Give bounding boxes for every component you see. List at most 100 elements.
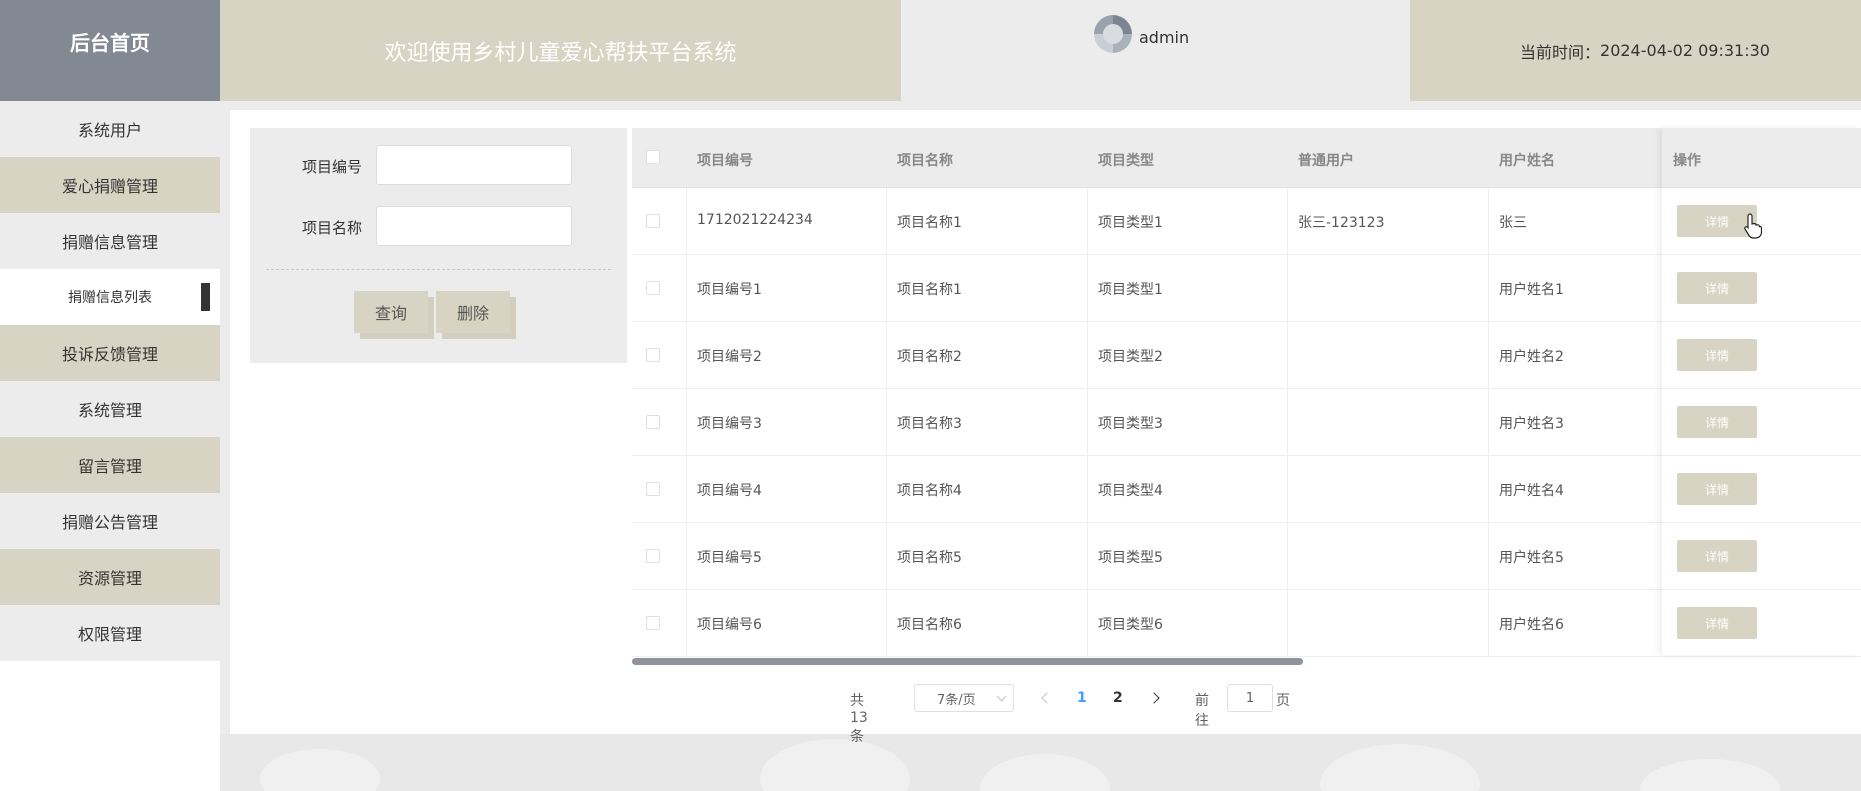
username[interactable]: admin [1139, 28, 1189, 47]
sidebar-item-donation-manage[interactable]: 爱心捐赠管理 [0, 157, 220, 213]
column-header[interactable]: 项目类型 [1098, 150, 1154, 170]
cell-divider [1488, 255, 1489, 322]
cell-divider [886, 322, 887, 389]
table-row[interactable]: 项目编号4 项目名称4 项目类型4 用户姓名4 详情 [632, 456, 1861, 523]
sidebar-item-resource-manage[interactable]: 资源管理 [0, 549, 220, 605]
scrollbar-thumb[interactable] [632, 658, 1303, 665]
page-size-select[interactable]: 7条/页 [914, 684, 1014, 712]
table-cell: 项目编号4 [697, 483, 762, 499]
table-row[interactable]: 项目编号1 项目名称1 项目类型1 用户姓名1 详情 [632, 255, 1861, 322]
cell-divider [686, 590, 687, 657]
sidebar-item-message-manage[interactable]: 留言管理 [0, 437, 220, 493]
table-cell: 项目类型4 [1098, 483, 1163, 499]
cell-divider [1287, 456, 1288, 523]
page-suffix: 页 [1276, 693, 1290, 709]
table-cell: 项目编号3 [697, 416, 762, 432]
table-cell: 项目类型1 [1098, 215, 1163, 231]
horizontal-scrollbar[interactable] [632, 656, 1861, 666]
delete-button[interactable]: 删除 [436, 291, 510, 333]
sidebar-item-label: 资源管理 [77, 569, 142, 588]
select-all-checkbox[interactable] [646, 150, 660, 164]
column-header: 操作 [1673, 153, 1701, 169]
detail-button[interactable]: 详情 [1677, 339, 1757, 371]
name-input[interactable] [376, 206, 572, 246]
table-row[interactable]: 项目编号3 项目名称3 项目类型3 用户姓名3 详情 [632, 389, 1861, 456]
page-number-current[interactable]: 1 [1077, 690, 1087, 706]
code-label: 项目编号 [302, 158, 363, 176]
table-cell: 项目名称3 [897, 416, 962, 432]
column-header[interactable]: 项目编号 [697, 150, 753, 170]
row-checkbox[interactable] [646, 482, 660, 496]
row-checkbox[interactable] [646, 616, 660, 630]
detail-button[interactable]: 详情 [1677, 406, 1757, 438]
sidebar-item-announcement-manage[interactable]: 捐赠公告管理 [0, 493, 220, 549]
sidebar-item-feedback-manage[interactable]: 投诉反馈管理 [0, 325, 220, 381]
detail-button[interactable]: 详情 [1677, 540, 1757, 572]
sidebar-item-system-manage[interactable]: 系统管理 [0, 381, 220, 437]
detail-button[interactable]: 详情 [1677, 272, 1757, 304]
sidebar-item-donation-info-manage[interactable]: 捐赠信息管理 [0, 213, 220, 269]
cell-divider [686, 456, 687, 523]
sidebar-item-permission-manage[interactable]: 权限管理 [0, 605, 220, 661]
user-box: admin [901, 0, 1410, 101]
table-row[interactable]: 项目编号6 项目名称6 项目类型6 用户姓名6 详情 [632, 590, 1861, 657]
sidebar-item-label: 捐赠信息列表 [68, 290, 152, 306]
table-row[interactable]: 项目编号5 项目名称5 项目类型5 用户姓名5 详情 [632, 523, 1861, 590]
sidebar-item-label: 投诉反馈管理 [61, 345, 158, 364]
query-button[interactable]: 查询 [354, 291, 428, 333]
table-cell: 项目编号6 [697, 617, 762, 633]
cell-divider [1087, 456, 1088, 523]
table-body: 1712021224234 项目名称1 项目类型1 张三-123123 张三 详情 项目编号… [632, 188, 1861, 657]
cell-divider [1087, 389, 1088, 456]
sidebar-item-donation-info-list[interactable]: 捐赠信息列表 [0, 269, 220, 325]
page-number[interactable]: 2 [1113, 690, 1123, 706]
search-form: 项目编号 项目名称 查询 删除 [250, 128, 627, 363]
time-value: 2024-04-02 09:31:30 [1600, 41, 1770, 60]
column-header[interactable]: 普通用户 [1298, 150, 1354, 170]
total-count: 共 13 条 [850, 693, 868, 745]
cell-divider [1087, 523, 1088, 590]
table-cell: 项目名称1 [897, 215, 962, 231]
cell-divider [686, 188, 687, 255]
table-header: 项目编号 项目名称 项目类型 普通用户 用户姓名 操作 [632, 128, 1861, 188]
cell-divider [886, 590, 887, 657]
cell-divider [1287, 255, 1288, 322]
table-row[interactable]: 1712021224234 项目名称1 项目类型1 张三-123123 张三 详情 [632, 188, 1861, 255]
table-row[interactable]: 项目编号2 项目名称2 项目类型2 用户姓名2 详情 [632, 322, 1861, 389]
table-cell: 项目编号2 [697, 349, 762, 365]
sidebar-item-system-users[interactable]: 系统用户 [0, 101, 220, 157]
current-time: 当前时间： 2024-04-02 09:31:30 [1410, 0, 1861, 101]
cell-divider [886, 523, 887, 590]
goto-page-input[interactable] [1227, 684, 1273, 712]
table-cell: 用户姓名2 [1499, 349, 1564, 365]
header: 后台首页 欢迎使用乡村儿童爱心帮扶平台系统 admin 当前时间： 2024-0… [0, 0, 1861, 101]
row-checkbox[interactable] [646, 214, 660, 228]
cell-divider [1087, 188, 1088, 255]
row-checkbox[interactable] [646, 348, 660, 362]
cell-divider [886, 255, 887, 322]
table-cell: 用户姓名4 [1499, 483, 1564, 499]
row-checkbox[interactable] [646, 549, 660, 563]
table-cell: 张三-123123 [1298, 215, 1385, 231]
sidebar-item-label: 捐赠公告管理 [61, 513, 158, 532]
table-cell: 1712021224234 [697, 212, 813, 228]
cell-divider [1488, 590, 1489, 657]
detail-button[interactable]: 详情 [1677, 607, 1757, 639]
page-size-value: 7条/页 [937, 692, 976, 708]
column-header[interactable]: 用户姓名 [1499, 150, 1555, 170]
column-header[interactable]: 项目名称 [897, 150, 953, 170]
detail-button[interactable]: 详情 [1677, 473, 1757, 505]
brand-title[interactable]: 后台首页 [0, 0, 220, 101]
code-input[interactable] [376, 145, 572, 185]
row-checkbox[interactable] [646, 281, 660, 295]
table-cell: 项目类型1 [1098, 282, 1163, 298]
table-cell: 用户姓名5 [1499, 550, 1564, 566]
avatar[interactable] [1094, 15, 1132, 53]
table-cell: 项目名称6 [897, 617, 962, 633]
cell-divider [1287, 322, 1288, 389]
cell-divider [1488, 322, 1489, 389]
table-cell: 项目名称2 [897, 349, 962, 365]
sidebar: 系统用户 爱心捐赠管理 捐赠信息管理 捐赠信息列表 投诉反馈管理 系统管理 留言… [0, 101, 220, 791]
cell-divider [1087, 255, 1088, 322]
row-checkbox[interactable] [646, 415, 660, 429]
